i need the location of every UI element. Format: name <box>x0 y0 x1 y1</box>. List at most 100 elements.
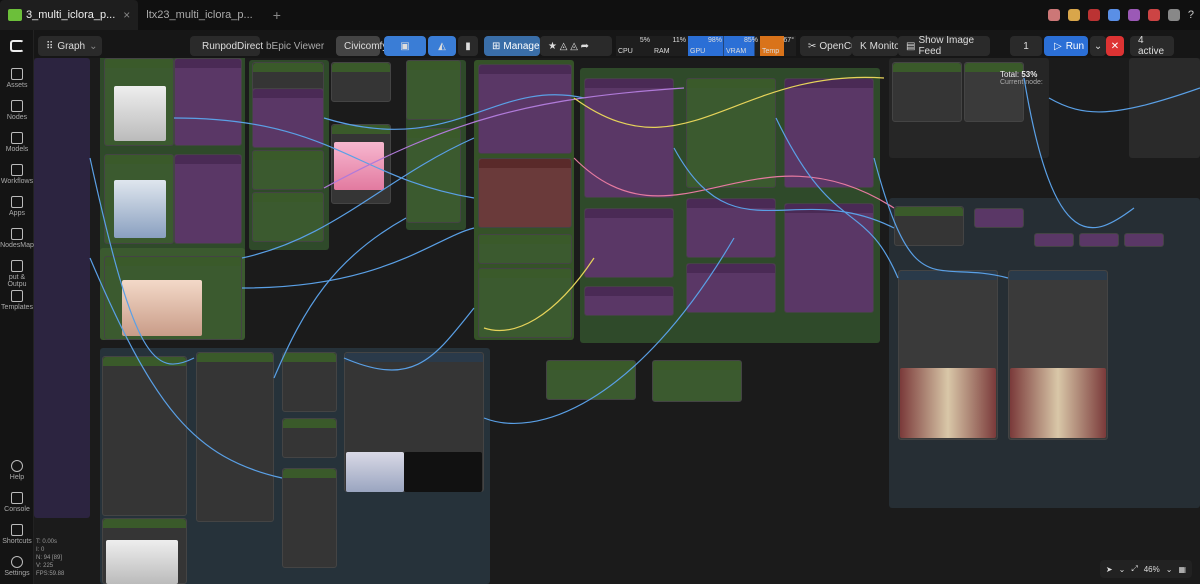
graph-menu-button[interactable]: ⠿ Graph ⌄ <box>38 36 102 56</box>
sidebar-item-label: Models <box>5 146 29 153</box>
chevron-down-icon[interactable]: ⌄ <box>1119 565 1126 574</box>
lora-button[interactable]: ◭ <box>428 36 456 56</box>
sidebar-item-input-output[interactable]: put & Outpu <box>0 260 34 288</box>
star-icon: ★ ◬ ◬ ➦ <box>548 40 590 52</box>
civicomfy-button[interactable]: Civicomfy <box>336 36 387 56</box>
bookmark-button[interactable]: ▮ <box>458 36 478 56</box>
fit-view-icon[interactable]: ⤢ <box>1131 564 1137 574</box>
cpu-meter: 5% CPU <box>616 36 652 56</box>
opencut-button[interactable]: ✂ OpenCut <box>800 36 859 56</box>
comfy-logo[interactable] <box>0 40 34 52</box>
stop-button[interactable]: ✕ <box>1106 36 1124 56</box>
sidebar-item-shortcuts[interactable]: Shortcuts <box>0 524 34 545</box>
graph-icon: ⠿ <box>46 40 54 52</box>
link <box>89 157 195 365</box>
bepic-viewer-button[interactable]: bEpic Viewer <box>266 36 330 56</box>
extension-icon-1[interactable] <box>1047 9 1060 21</box>
new-tab-plus-icon[interactable]: + <box>273 7 281 23</box>
graph-canvas[interactable]: Total: 53% Current node: <box>34 58 1200 584</box>
help-icon[interactable]: ? <box>1188 9 1194 21</box>
progress-overlay: Total: 53% Current node: <box>1000 70 1080 94</box>
ram-label: RAM <box>654 48 670 55</box>
puzzle-icon: ⊞ <box>492 40 501 52</box>
lora-icon: ◭ <box>438 40 446 52</box>
temp-label: Temp <box>762 48 780 55</box>
sidebar-item-console[interactable]: Console <box>0 492 34 513</box>
gpu-meter: 98% GPU <box>688 36 724 56</box>
link <box>673 147 895 229</box>
manager-button[interactable]: ⊞ Manager <box>484 36 543 56</box>
input-output-icon <box>11 260 23 272</box>
assets-icon <box>11 68 23 80</box>
bepic-label: bEpic Viewer <box>266 40 325 52</box>
console-icon <box>11 492 23 504</box>
ram-meter: 11% RAM <box>652 36 688 56</box>
sidebar-item-assets[interactable]: Assets <box>0 68 34 89</box>
gpu-value: 98% <box>707 37 722 44</box>
vram-label: VRAM <box>726 48 747 55</box>
sidebar-item-models[interactable]: Models <box>0 132 34 153</box>
node-links <box>89 76 1200 479</box>
tab-workflow-1[interactable]: 3_multi_iclora_p... × <box>0 0 139 30</box>
sidebar-item-apps[interactable]: Apps <box>0 196 34 217</box>
sidebar-item-settings[interactable]: Settings <box>0 556 34 577</box>
monitor-button[interactable]: K Monitor <box>852 36 903 56</box>
link <box>173 117 475 199</box>
extension-icon-2[interactable] <box>1067 9 1080 21</box>
link <box>343 307 475 371</box>
extension-icon-3[interactable] <box>1087 9 1100 21</box>
sidebar-item-label: Console <box>4 506 30 513</box>
link <box>573 157 895 209</box>
extension-icon-4[interactable] <box>1107 9 1120 21</box>
sidebar-item-nodes[interactable]: Nodes <box>0 100 34 121</box>
vram-value: 85% <box>743 37 758 44</box>
sidebar-item-label: Apps <box>9 210 25 217</box>
gear-icon[interactable] <box>1167 9 1180 21</box>
sidebar-item-label: Settings <box>4 570 30 577</box>
play-icon: ▷ <box>1054 40 1062 52</box>
close-icon[interactable]: × <box>123 8 130 22</box>
screen-icon: ▣ <box>400 40 410 52</box>
run-label: Run <box>1065 40 1085 52</box>
close-x-icon[interactable] <box>1147 9 1160 21</box>
zoom-level[interactable]: 46% <box>1144 565 1160 574</box>
close-icon: ✕ <box>1110 40 1120 52</box>
link <box>323 94 585 130</box>
comfy-logo-icon <box>8 9 22 21</box>
status-readout: T: 0.00s I: 0 N: 94 [89] V: 225 FPS:59.8… <box>36 538 64 578</box>
monitor-icon: K <box>860 40 867 52</box>
queue-count-stepper[interactable]: 1 <box>1010 36 1042 56</box>
show-image-feed-label: Show Image Feed <box>918 35 975 57</box>
pointer-icon[interactable]: ➤ <box>1106 565 1113 574</box>
manager-tools[interactable]: ★ ◬ ◬ ➦ <box>540 36 612 56</box>
runpod-button[interactable]: RunpodDirect <box>190 36 264 56</box>
chevron-down-icon[interactable]: ⌄ <box>1166 565 1173 574</box>
link <box>483 237 735 424</box>
link <box>273 217 407 379</box>
screen-button[interactable]: ▣ <box>384 36 426 56</box>
vram-meter: 85% VRAM <box>724 36 760 56</box>
sidebar-item-nodesmap[interactable]: NodesMap <box>0 228 34 249</box>
sidebar-item-label: Shortcuts <box>2 538 32 545</box>
active-queue-label: 4 active <box>1138 35 1165 57</box>
extension-icon-5[interactable] <box>1127 9 1140 21</box>
sidebar-item-label: Assets <box>6 82 28 89</box>
sidebar-item-label: Help <box>9 474 25 481</box>
link <box>873 157 1009 279</box>
active-queue-button[interactable]: 4 active <box>1130 35 1174 57</box>
sidebar-item-workflows[interactable]: Workflows <box>0 164 34 185</box>
run-options-chevron[interactable]: ⌄ <box>1090 36 1106 56</box>
sidebar-item-templates[interactable]: Templates <box>0 290 34 311</box>
runpod-label: RunpodDirect <box>202 40 264 52</box>
tab-label: 3_multi_iclora_p... <box>26 9 116 21</box>
workflows-icon <box>11 164 23 176</box>
minimap-icon[interactable]: ▦ <box>1178 565 1186 574</box>
tab-workflow-2[interactable]: ltx23_multi_iclora_p... <box>138 0 260 30</box>
sidebar-item-help[interactable]: Help <box>0 460 34 481</box>
zoom-controls: ➤ ⌄ ⤢ 46% ⌄ ▦ <box>1099 560 1192 578</box>
status-i: I: 0 <box>36 547 45 553</box>
run-button[interactable]: ▷ Run <box>1044 36 1088 56</box>
keyboard-icon <box>11 524 23 536</box>
show-image-feed-button[interactable]: ▤ Show Image Feed <box>898 35 990 57</box>
top-right-icons: ? <box>1047 0 1194 30</box>
